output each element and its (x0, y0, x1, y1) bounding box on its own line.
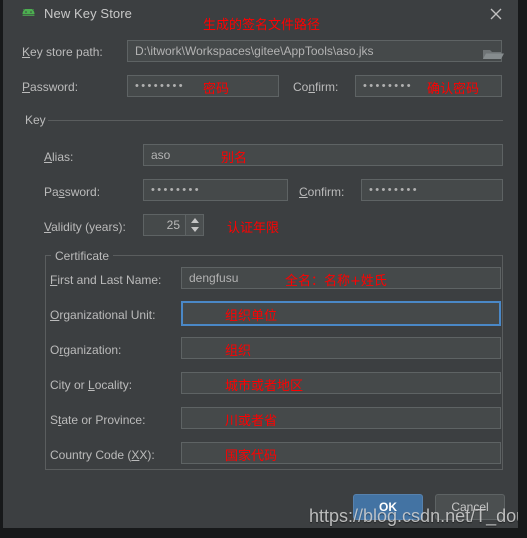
key-validity-label: Validity (years): (44, 220, 126, 234)
keystore-password-annotation: 密码 (203, 82, 230, 97)
keystore-password-label: Password: (22, 80, 79, 94)
cert-organization-annotation: 组织 (225, 344, 252, 359)
cert-organization-label: Organization: (50, 343, 122, 357)
cert-country-code-annotation: 国家代码 (225, 449, 278, 464)
key-confirm-label: Confirm: (299, 185, 345, 199)
cert-city-annotation: 城市或者地区 (225, 379, 304, 394)
key-confirm-value: •••••••• (369, 184, 420, 196)
new-key-store-dialog: New Key Store 生成的签名文件路径 Key store path: … (0, 0, 527, 538)
watermark-text: https://blog.csdn.net/T_double (309, 506, 518, 526)
validity-input[interactable]: 25 (143, 214, 186, 236)
cert-first-last-name-annotation: 全名：名称+姓氏 (285, 274, 387, 289)
cert-organizational-unit-label: Organizational Unit: (50, 308, 156, 322)
cert-first-last-name-label: First and Last Name: (50, 273, 162, 287)
android-robot-icon (22, 9, 35, 16)
validity-stepper[interactable] (186, 214, 204, 236)
keystore-confirm-annotation: 确认密码 (427, 82, 480, 97)
key-password-value: •••••••• (151, 184, 202, 196)
keystore-password-value: •••••••• (135, 80, 186, 92)
cert-city-label: City or Locality: (50, 378, 133, 392)
key-group-divider (48, 120, 503, 121)
key-alias-label: Alias: (44, 150, 74, 164)
key-alias-annotation: 别名 (221, 151, 248, 166)
dialog-body: New Key Store 生成的签名文件路径 Key store path: … (3, 0, 518, 528)
dialog-title: New Key Store (44, 6, 133, 21)
cert-country-code-label: Country Code (XX): (50, 448, 155, 462)
key-group-title: Key (21, 113, 50, 127)
key-validity-annotation: 认证年限 (227, 221, 280, 236)
key-store-path-input[interactable]: D:\itwork\Workspaces\gitee\AppTools\aso.… (127, 40, 502, 62)
keystore-confirm-value: •••••••• (363, 80, 414, 92)
key-store-path-label: Key store path: (22, 45, 103, 59)
key-confirm-input[interactable]: •••••••• (361, 179, 503, 201)
close-icon[interactable] (483, 2, 509, 26)
certificate-group-title: Certificate (51, 249, 114, 263)
key-password-input[interactable]: •••••••• (143, 179, 288, 201)
cert-state-annotation: 川或者省 (225, 414, 278, 429)
folder-icon[interactable] (482, 46, 504, 62)
key-password-label: Password: (44, 185, 101, 199)
keystore-confirm-label: Confirm: (293, 80, 339, 94)
path-annotation: 生成的签名文件路径 (203, 18, 321, 33)
key-alias-input[interactable]: aso (143, 144, 503, 166)
cert-state-label: State or Province: (50, 413, 146, 427)
cert-organizational-unit-annotation: 组织单位 (225, 309, 278, 324)
